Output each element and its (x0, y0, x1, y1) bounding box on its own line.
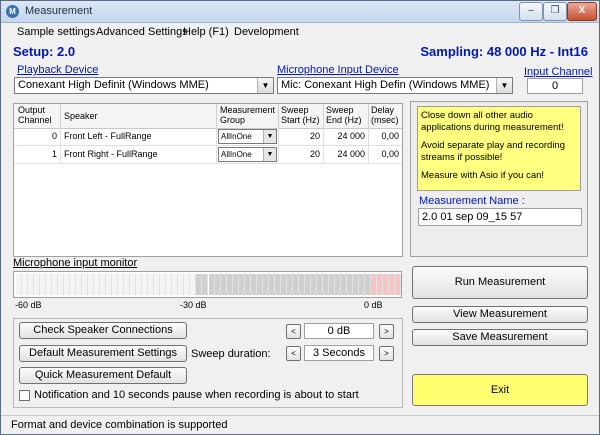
status-bar: Format and device combination is support… (1, 415, 599, 434)
playback-device-label[interactable]: Playback Device (17, 64, 98, 76)
input-channel-label[interactable]: Input Channel (524, 66, 593, 78)
table-header: Output Channel Speaker Measurement Group… (14, 104, 402, 129)
title-bar: M Measurement – ❐ X (1, 1, 599, 23)
mic-device-select[interactable]: Mic: Conexant High Defin (Windows MME) ▼ (277, 77, 513, 94)
gain-field[interactable]: 0 dB (304, 323, 374, 339)
col-sweep-end: Sweep End (Hz) (326, 105, 362, 125)
menu-help[interactable]: Help (F1) (183, 26, 229, 38)
col-measurement-group: Measurement Group (220, 105, 276, 125)
table-row[interactable]: 0 Front Left - FullRange AllInOne ▼ 20 2… (14, 128, 402, 146)
info-panel: Close down all other audio applications … (410, 101, 588, 257)
cell-group[interactable]: AllInOne ▼ (217, 146, 279, 163)
cell-speaker[interactable]: Front Left - FullRange (61, 128, 217, 145)
menu-development[interactable]: Development (234, 26, 299, 38)
meter-segment (394, 274, 401, 295)
measurement-name-field[interactable]: 2.0 01 sep 09_15 57 (418, 208, 582, 226)
cell-sweep-start[interactable]: 20 (279, 128, 324, 145)
notification-checkbox[interactable] (19, 390, 30, 401)
note-line: Measure with Asio if you can! (421, 170, 545, 182)
chevron-down-icon[interactable]: ▼ (263, 148, 276, 161)
sampling-label: Sampling: 48 000 Hz - Int16 (420, 44, 588, 59)
scale-max-label: 0 dB (364, 300, 383, 310)
cell-delay[interactable]: 0,00 (369, 128, 402, 145)
setup-label: Setup: 2.0 (13, 44, 76, 59)
sweep-duration-field[interactable]: 3 Seconds (304, 345, 374, 361)
exit-button[interactable]: Exit (412, 374, 588, 406)
cell-sweep-end[interactable]: 24 000 (324, 128, 369, 145)
playback-device-value: Conexant High Definit (Windows MME) (18, 79, 209, 91)
app-icon: M (6, 5, 19, 18)
measurement-window: M Measurement – ❐ X Sample settings Adva… (0, 0, 600, 435)
chevron-down-icon[interactable]: ▼ (257, 78, 273, 93)
menu-bar: Sample settings Advanced Settings Help (… (1, 23, 599, 41)
group-value: AllInOne (221, 150, 252, 159)
chevron-down-icon[interactable]: ▼ (263, 130, 276, 143)
cell-group[interactable]: AllInOne ▼ (217, 128, 279, 145)
playback-device-select[interactable]: Conexant High Definit (Windows MME) ▼ (14, 77, 274, 94)
note-line: Close down all other audio applications … (421, 110, 564, 133)
col-sweep-start: Sweep Start (Hz) (281, 105, 320, 125)
status-text: Format and device combination is support… (11, 419, 228, 431)
mic-level-meter (13, 271, 402, 298)
gain-increase-button[interactable]: > (379, 324, 394, 339)
default-measurement-settings-button[interactable]: Default Measurement Settings (19, 345, 187, 362)
view-measurement-button[interactable]: View Measurement (412, 306, 588, 323)
cell-channel[interactable]: 0 (14, 128, 61, 145)
save-measurement-button[interactable]: Save Measurement (412, 329, 588, 346)
gain-decrease-button[interactable]: < (286, 324, 301, 339)
run-measurement-button[interactable]: Run Measurement (412, 266, 588, 299)
notification-label: Notification and 10 seconds pause when r… (34, 389, 359, 401)
speaker-table: Output Channel Speaker Measurement Group… (13, 103, 403, 257)
chevron-down-icon[interactable]: ▼ (496, 78, 512, 93)
measurement-name-label: Measurement Name : (419, 195, 525, 207)
scale-mid-label: -30 dB (180, 300, 207, 310)
table-row[interactable]: 1 Front Right - FullRange AllInOne ▼ 20 … (14, 146, 402, 164)
window-title: Measurement (25, 5, 93, 17)
sweep-duration-label: Sweep duration: (191, 348, 271, 360)
minimize-button[interactable]: – (519, 2, 543, 21)
mic-device-value: Mic: Conexant High Defin (Windows MME) (281, 79, 490, 91)
sweep-decrease-button[interactable]: < (286, 346, 301, 361)
warning-note: Close down all other audio applications … (417, 106, 581, 191)
note-line: Avoid separate play and recording stream… (421, 140, 566, 163)
col-speaker: Speaker (64, 111, 98, 121)
group-select[interactable]: AllInOne ▼ (218, 129, 277, 144)
input-channel-field[interactable]: 0 (527, 78, 583, 94)
mic-device-label[interactable]: Microphone Input Device (277, 64, 399, 76)
col-delay: Delay (msec) (371, 105, 399, 125)
cell-speaker[interactable]: Front Right - FullRange (61, 146, 217, 163)
cell-sweep-start[interactable]: 20 (279, 146, 324, 163)
restore-button[interactable]: ❐ (543, 2, 567, 21)
col-output-channel: Output Channel (18, 105, 52, 125)
cell-sweep-end[interactable]: 24 000 (324, 146, 369, 163)
quick-measurement-default-button[interactable]: Quick Measurement Default (19, 367, 187, 384)
menu-sample-settings[interactable]: Sample settings (17, 26, 95, 38)
group-select[interactable]: AllInOne ▼ (218, 147, 277, 162)
cell-channel[interactable]: 1 (14, 146, 61, 163)
check-speaker-connections-button[interactable]: Check Speaker Connections (19, 322, 187, 339)
close-button[interactable]: X (567, 2, 597, 21)
menu-advanced-settings[interactable]: Advanced Settings (96, 26, 188, 38)
cell-delay[interactable]: 0,00 (369, 146, 402, 163)
sweep-increase-button[interactable]: > (379, 346, 394, 361)
group-value: AllInOne (221, 132, 252, 141)
scale-min-label: -60 dB (15, 300, 42, 310)
mic-monitor-label: Microphone input monitor (13, 257, 138, 269)
